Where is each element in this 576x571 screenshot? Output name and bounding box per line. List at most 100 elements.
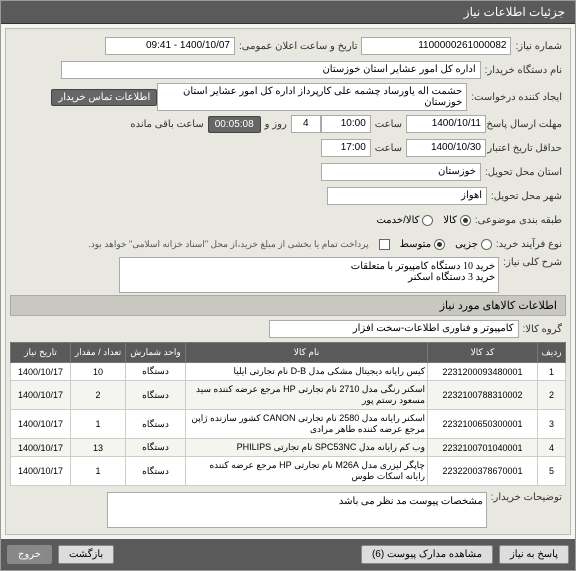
th-qty: تعداد / مقدار — [71, 343, 126, 363]
panel-header: جزئیات اطلاعات نیاز — [1, 1, 575, 24]
cat-service-option[interactable]: کالا/خدمت — [376, 215, 433, 226]
cell-code: 2231200093480001 — [428, 363, 538, 381]
buyer-org-label: نام دستگاه خریدار: — [481, 65, 566, 76]
time-label-1: ساعت — [371, 119, 406, 130]
cell-unit: دستگاه — [126, 363, 186, 381]
cell-name: وب کم رایانه مدل SPC53NC نام تجارتی PHIL… — [186, 439, 428, 457]
announce-label: تاریخ و ساعت اعلان عمومی: — [235, 41, 362, 52]
cell-n: 5 — [538, 457, 566, 486]
pt-medium-label: متوسط — [400, 239, 431, 250]
need-number-value: 1100000261000082 — [361, 37, 511, 55]
cell-date: 1400/10/17 — [11, 381, 71, 410]
cell-qty: 1 — [71, 457, 126, 486]
th-code: کد کالا — [428, 343, 538, 363]
th-date: تاریخ نیاز — [11, 343, 71, 363]
requester-value: حشمت اله یاورساد چشمه علی کارپرداز اداره… — [157, 83, 467, 111]
province-value: خوزستان — [321, 163, 481, 181]
cell-unit: دستگاه — [126, 439, 186, 457]
table-row: 4 2232100701040001 وب کم رایانه مدل SPC5… — [11, 439, 566, 457]
cat-service-label: کالا/خدمت — [376, 215, 419, 226]
cell-qty: 13 — [71, 439, 126, 457]
time-label-2: ساعت — [371, 143, 406, 154]
details-panel: جزئیات اطلاعات نیاز شماره نیاز: 11000002… — [0, 0, 576, 571]
buyer-notes-label: توضیحات خریدار: — [487, 492, 566, 503]
cell-date: 1400/10/17 — [11, 363, 71, 381]
panel-title: جزئیات اطلاعات نیاز — [464, 5, 565, 19]
buyer-org-value: اداره کل امور عشایر استان خوزستان — [61, 61, 481, 79]
cell-code: 2232200378670001 — [428, 457, 538, 486]
group-label: گروه کالا: — [519, 324, 566, 335]
items-header: اطلاعات کالاهای مورد نیاز — [10, 295, 566, 316]
radio-icon — [460, 215, 471, 226]
remaining-time: 00:05:08 — [208, 116, 261, 133]
table-row: 3 2232100650300001 اسکنر رایانه مدل 2580… — [11, 410, 566, 439]
treasury-checkbox[interactable] — [379, 239, 390, 250]
cell-name: کیس رایانه دیجیتال مشکی مدل D-B نام تجار… — [186, 363, 428, 381]
table-row: 5 2232200378670001 چاپگر لیزری مدل M26A … — [11, 457, 566, 486]
pt-medium-option[interactable]: متوسط — [400, 239, 445, 250]
validity-label: حداقل تاریخ اعتبار قیمت تا تاریخ: — [486, 143, 566, 154]
category-label: طبقه بندی موضوعی: — [471, 215, 566, 226]
response-time: 10:00 — [321, 115, 371, 133]
requester-label: ایجاد کننده درخواست: — [467, 92, 566, 103]
cell-code: 2232100650300001 — [428, 410, 538, 439]
cell-unit: دستگاه — [126, 457, 186, 486]
city-label: شهر محل تحویل: — [487, 191, 566, 202]
respond-button[interactable]: پاسخ به نیاز — [499, 545, 569, 564]
table-row: 2 2232100788310002 اسکنر رنگی مدل 2710 ن… — [11, 381, 566, 410]
table-body: 1 2231200093480001 کیس رایانه دیجیتال مش… — [11, 363, 566, 486]
table-row: 1 2231200093480001 کیس رایانه دیجیتال مش… — [11, 363, 566, 381]
cell-unit: دستگاه — [126, 381, 186, 410]
radio-icon — [481, 239, 492, 250]
validity-date: 1400/10/30 — [406, 139, 486, 157]
items-table: ردیف کد کالا نام کالا واحد شمارش تعداد /… — [10, 342, 566, 486]
cell-n: 4 — [538, 439, 566, 457]
radio-icon — [434, 239, 445, 250]
group-value: کامپیوتر و فناوری اطلاعات-سخت افزار — [269, 320, 519, 338]
pt-small-option[interactable]: جزیی — [455, 239, 492, 250]
city-value: اهواز — [327, 187, 487, 205]
exit-button[interactable]: خروج — [7, 545, 52, 564]
th-row: ردیف — [538, 343, 566, 363]
cat-goods-option[interactable]: کالا — [443, 215, 471, 226]
th-name: نام کالا — [186, 343, 428, 363]
cell-name: اسکنر رایانه مدل 2580 نام تجارتی CANON ک… — [186, 410, 428, 439]
cell-code: 2232100701040001 — [428, 439, 538, 457]
attachments-button[interactable]: مشاهده مدارک پیوست (6) — [361, 545, 493, 564]
th-unit: واحد شمارش — [126, 343, 186, 363]
cell-qty: 10 — [71, 363, 126, 381]
cell-name: چاپگر لیزری مدل M26A نام تجارتی HP مرجع … — [186, 457, 428, 486]
need-title-textarea[interactable] — [119, 257, 499, 293]
need-title-label: شرح کلی نیاز: — [499, 257, 566, 268]
pt-note: پرداخت تمام یا بخشی از مبلغ خرید،از محل … — [88, 239, 368, 250]
need-number-label: شماره نیاز: — [511, 41, 566, 52]
radio-icon — [422, 215, 433, 226]
response-date: 1400/10/11 — [406, 115, 486, 133]
cell-date: 1400/10/17 — [11, 410, 71, 439]
table-header-row: ردیف کد کالا نام کالا واحد شمارش تعداد /… — [11, 343, 566, 363]
cell-n: 1 — [538, 363, 566, 381]
validity-time: 17:00 — [321, 139, 371, 157]
cell-qty: 1 — [71, 410, 126, 439]
cat-goods-label: کالا — [443, 215, 457, 226]
footer-bar: پاسخ به نیاز مشاهده مدارک پیوست (6) بازگ… — [1, 539, 575, 570]
cell-name: اسکنر رنگی مدل 2710 نام تجارتی HP مرجع ع… — [186, 381, 428, 410]
response-deadline-label: مهلت ارسال پاسخ: — [486, 119, 566, 130]
category-radio-group: کالا کالا/خدمت — [376, 215, 470, 226]
buyer-notes-textarea[interactable] — [107, 492, 487, 528]
purchase-type-label: نوع فرآیند خرید: — [492, 239, 566, 250]
purchase-type-group: جزیی متوسط پرداخت تمام یا بخشی از مبلغ خ… — [88, 239, 492, 250]
contact-link[interactable]: اطلاعات تماس خریدار — [51, 89, 157, 106]
cell-date: 1400/10/17 — [11, 439, 71, 457]
cell-unit: دستگاه — [126, 410, 186, 439]
days-value: 4 — [291, 115, 321, 133]
pt-small-label: جزیی — [455, 239, 478, 250]
cell-n: 3 — [538, 410, 566, 439]
general-section: شماره نیاز: 1100000261000082 تاریخ و ساع… — [5, 28, 571, 535]
days-label: روز و — [261, 119, 291, 130]
return-button[interactable]: بازگشت — [58, 545, 114, 564]
cell-qty: 2 — [71, 381, 126, 410]
remaining-label: ساعت باقی مانده — [126, 119, 207, 130]
announce-value: 1400/10/07 - 09:41 — [105, 37, 235, 55]
cell-date: 1400/10/17 — [11, 457, 71, 486]
